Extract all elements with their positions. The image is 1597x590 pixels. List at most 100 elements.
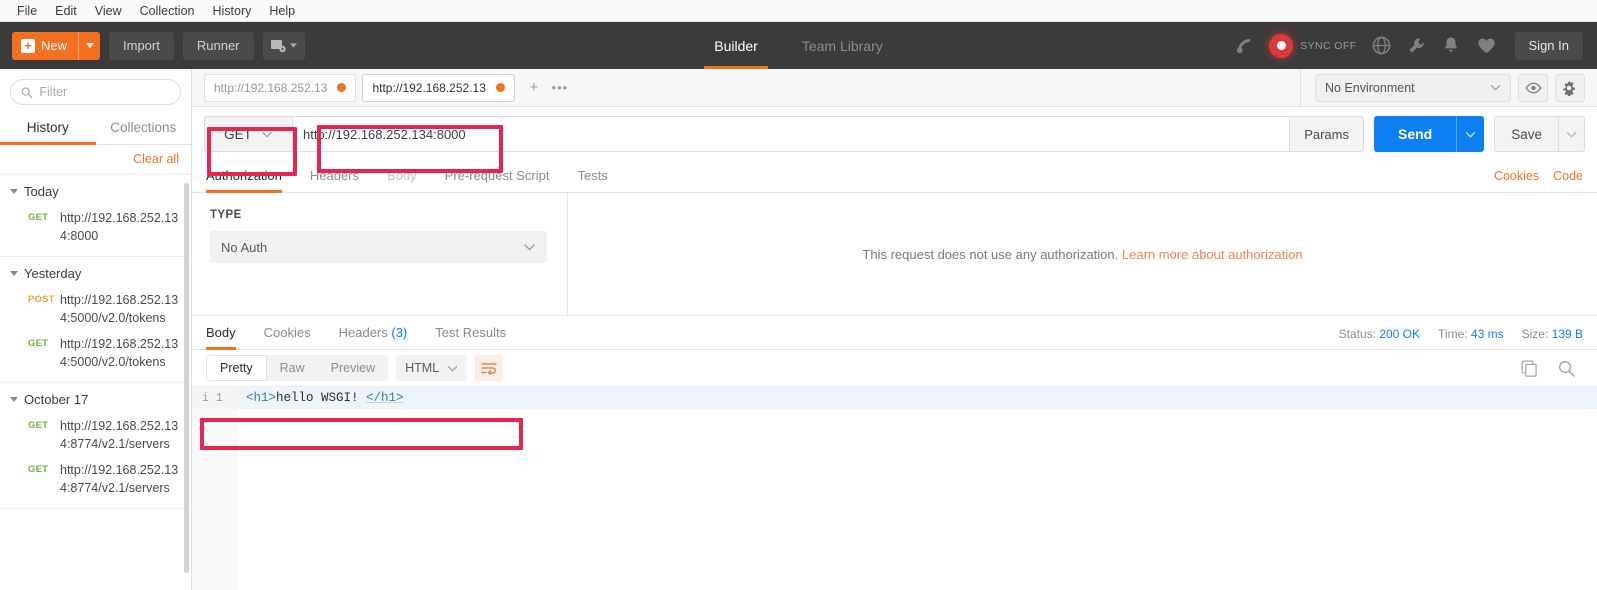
sidebar: History Collections Clear all Today GET … [0,69,192,590]
response-tab-test-results[interactable]: Test Results [421,325,520,349]
menu-item-history[interactable]: History [203,0,260,22]
import-button[interactable]: Import [109,31,174,60]
sync-status-icon [1269,33,1294,58]
word-wrap-icon[interactable] [475,355,504,381]
send-button[interactable]: Send [1373,116,1457,152]
satellite-dish-icon[interactable] [1234,35,1255,56]
url-input[interactable]: http://192.168.252.134:8000 [292,116,1291,152]
search-icon [21,86,33,98]
more-tabs-button[interactable]: ••• [547,74,573,102]
environment-selector[interactable]: No Environment [1315,73,1511,102]
view-mode-preview[interactable]: Preview [318,355,388,381]
tab-authorization[interactable]: Authorization [206,168,296,193]
menu-item-collection[interactable]: Collection [131,0,204,22]
list-item[interactable]: GET http://192.168.252.134:5000/v2.0/tok… [0,331,191,375]
method-badge: GET [28,420,49,431]
menu-item-file[interactable]: File [8,0,46,22]
auth-type-selector[interactable]: No Auth [210,231,547,263]
sidebar-scrollbar[interactable] [184,183,189,573]
sidebar-tab-collections[interactable]: Collections [96,113,192,144]
sync-status[interactable]: SYNC OFF [1269,33,1356,58]
learn-more-link[interactable]: Learn more about authorization [1122,247,1303,262]
response-tab-headers[interactable]: Headers (3) [325,325,422,349]
response-body-viewer[interactable]: i 1 <h1>hello WSGI! </h1> [192,386,1597,590]
globe-icon[interactable] [1371,35,1392,56]
request-tab-label: http://192.168.252.13 [372,80,486,95]
tab-builder[interactable]: Builder [692,22,780,69]
clear-all-button[interactable]: Clear all [133,152,179,166]
environment-label: No Environment [1325,80,1415,95]
environment-quick-look-button[interactable] [1518,73,1548,102]
list-item[interactable]: GET http://192.168.252.134:8774/v2.1/ser… [0,457,191,501]
format-label: HTML [405,361,440,375]
response-tab-body[interactable]: Body [206,325,250,350]
list-item[interactable]: GET http://192.168.252.134:8774/v2.1/ser… [0,413,191,457]
new-window-button[interactable] [262,31,305,60]
request-links: Cookies Code [1494,169,1597,192]
auth-message-text: This request does not use any authorizat… [862,246,1119,262]
postman-window: File Edit View Collection History Help +… [0,0,1597,590]
unsaved-dot-icon [495,83,505,92]
new-dropdown-caret[interactable] [78,31,100,60]
method-badge: POST [28,294,55,305]
method-selector[interactable]: GET [204,116,292,152]
authorization-panel: TYPE No Auth This request does not use a… [192,193,1597,316]
search-icon[interactable] [1556,358,1577,379]
tab-body[interactable]: Body [373,168,431,192]
sign-in-button[interactable]: Sign In [1514,31,1583,60]
search-input[interactable] [39,85,170,99]
runner-button[interactable]: Runner [182,31,254,60]
settings-button[interactable] [1555,73,1585,102]
content-area: http://192.168.252.13 http://192.168.252… [192,68,1597,590]
add-tab-button[interactable]: + [521,74,547,102]
view-mode-pretty[interactable]: Pretty [206,355,267,381]
menu-item-edit[interactable]: Edit [46,0,86,22]
url-value: http://192.168.252.134:8000 [303,126,466,142]
send-options-button[interactable] [1456,116,1485,152]
sidebar-tabs: History Collections [0,113,191,145]
request-tab-label: http://192.168.252.13 [214,80,328,95]
header-right-toolbar: SYNC OFF Sign In [1234,31,1597,60]
bell-icon[interactable] [1441,35,1462,56]
save-options-button[interactable] [1559,116,1585,152]
request-tab-2[interactable]: http://192.168.252.13 [362,73,515,102]
chevron-down-icon [1566,131,1577,138]
wrench-icon[interactable] [1406,35,1427,56]
list-item[interactable]: GET http://192.168.252.134:8000 [0,205,191,249]
heart-icon[interactable] [1476,35,1497,56]
tab-tests[interactable]: Tests [563,168,621,192]
new-button[interactable]: + New [12,31,101,60]
method-badge: GET [28,338,49,349]
history-group-header[interactable]: Today [0,175,191,205]
header-left-toolbar: + New Import Runner [0,31,305,60]
cookies-link[interactable]: Cookies [1494,169,1539,183]
request-tab-1[interactable]: http://192.168.252.13 [204,73,357,102]
response-tab-cookies[interactable]: Cookies [250,325,325,349]
list-item[interactable]: POST http://192.168.252.134:5000/v2.0/to… [0,287,191,331]
chevron-down-icon [10,397,18,402]
menu-item-view[interactable]: View [86,0,131,22]
tab-headers[interactable]: Headers [296,168,373,192]
tab-pre-request-script[interactable]: Pre-request Script [431,168,564,192]
method-badge: GET [28,464,49,475]
history-url: http://192.168.252.134:8774/v2.1/servers [60,463,179,495]
filter-box[interactable] [10,79,181,105]
history-group-today: Today GET http://192.168.252.134:8000 [0,175,191,257]
save-button[interactable]: Save [1494,116,1559,152]
sidebar-tab-history[interactable]: History [0,113,96,145]
view-mode-raw[interactable]: Raw [267,355,318,381]
auth-type-label: TYPE [210,209,242,221]
history-group-header[interactable]: October 17 [0,383,191,413]
environment-area: No Environment [1300,68,1597,107]
chevron-down-icon [289,43,297,48]
format-selector[interactable]: HTML [396,355,468,381]
tab-team-library[interactable]: Team Library [780,22,905,69]
auth-type-value: No Auth [221,239,268,255]
menu-item-help[interactable]: Help [260,0,304,22]
copy-icon[interactable] [1519,358,1540,379]
history-group-header[interactable]: Yesterday [0,257,191,287]
response-tab-headers-label: Headers [338,325,388,340]
params-button[interactable]: Params [1290,116,1364,152]
code-link[interactable]: Code [1553,169,1583,183]
code-open-tag: <h1> [246,391,277,405]
